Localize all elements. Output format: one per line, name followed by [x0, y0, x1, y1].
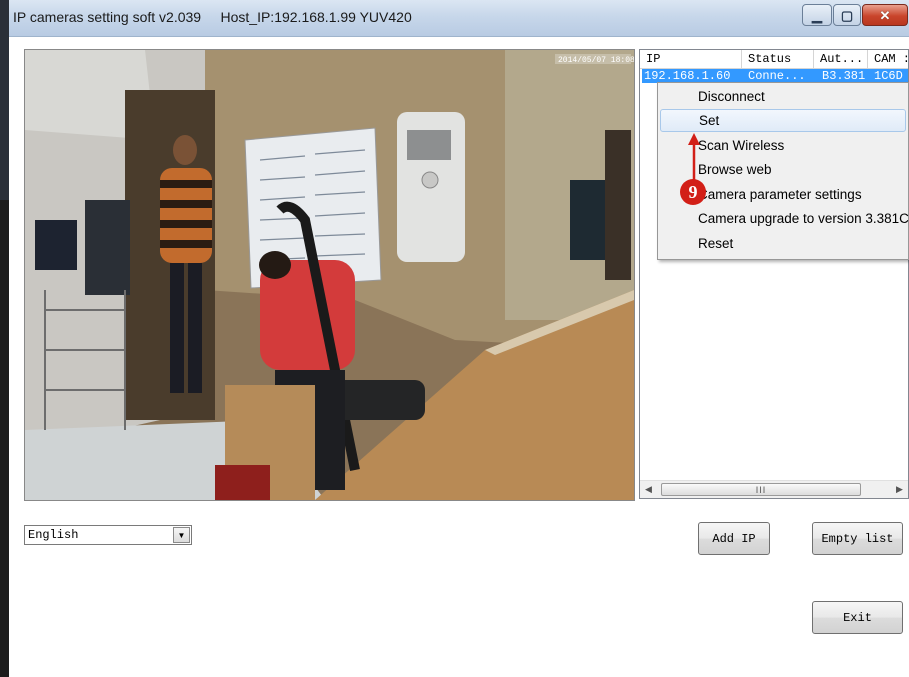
- annotation-step-badge: 9: [680, 179, 706, 205]
- table-header: IP Status Aut... CAM :: [640, 50, 908, 69]
- language-select[interactable]: English ▼: [24, 525, 192, 545]
- column-header-status[interactable]: Status: [742, 50, 814, 68]
- exit-button[interactable]: Exit: [812, 601, 903, 634]
- scroll-right-icon[interactable]: ▶: [891, 481, 908, 498]
- scroll-left-icon[interactable]: ◀: [640, 481, 657, 498]
- background-window-edge-upper: [0, 0, 9, 200]
- column-header-aut[interactable]: Aut...: [814, 50, 868, 68]
- title-bar[interactable]: IP cameras setting soft v2.039 Host_IP:1…: [9, 0, 909, 37]
- cell-status: Conne...: [748, 69, 806, 83]
- language-select-value: English: [28, 528, 79, 542]
- menu-item-browse-web[interactable]: Browse web: [660, 158, 906, 181]
- camera-video-view[interactable]: 2014/05/07 18:08:40: [24, 49, 635, 501]
- cell-aut: B3.381: [822, 69, 866, 83]
- menu-item-scan-wireless[interactable]: Scan Wireless: [660, 134, 906, 157]
- window-title: IP cameras setting soft v2.039 Host_IP:1…: [13, 9, 412, 25]
- menu-item-camera-upgrade[interactable]: Camera upgrade to version 3.381C: [660, 207, 909, 230]
- close-icon: ✕: [879, 7, 891, 23]
- camera-frame-image: 2014/05/07 18:08:40: [25, 50, 634, 500]
- column-header-ip[interactable]: IP: [640, 50, 742, 68]
- menu-item-disconnect[interactable]: Disconnect: [660, 85, 906, 108]
- cell-ip: 192.168.1.60: [644, 69, 731, 83]
- maximize-icon: ▢: [840, 7, 854, 23]
- minimize-icon: ▁: [812, 7, 822, 23]
- table-row[interactable]: 192.168.1.60 Conne... B3.381 1C6D: [642, 69, 908, 83]
- close-button[interactable]: ✕: [862, 4, 908, 26]
- menu-item-set[interactable]: Set: [660, 109, 906, 132]
- menu-item-reset[interactable]: Reset: [660, 232, 906, 255]
- minimize-button[interactable]: ▁: [802, 4, 832, 26]
- column-header-cam[interactable]: CAM :: [868, 50, 908, 68]
- dropdown-arrow-button[interactable]: ▼: [173, 527, 190, 543]
- context-menu: Disconnect Set Scan Wireless Browse web …: [657, 82, 909, 260]
- maximize-button[interactable]: ▢: [833, 4, 861, 26]
- main-client-area: 2014/05/07 18:08:40 IP Status Aut... CAM…: [9, 37, 909, 677]
- scroll-thumb[interactable]: III: [661, 483, 861, 496]
- cell-cam: 1C6D: [874, 69, 903, 83]
- empty-list-button[interactable]: Empty list: [812, 522, 903, 555]
- video-timestamp: 2014/05/07 18:08:40: [558, 56, 634, 65]
- horizontal-scrollbar[interactable]: ◀ III ▶: [640, 480, 908, 498]
- background-window-edge: [0, 0, 9, 677]
- add-ip-button[interactable]: Add IP: [698, 522, 770, 555]
- chevron-down-icon: ▼: [177, 530, 186, 540]
